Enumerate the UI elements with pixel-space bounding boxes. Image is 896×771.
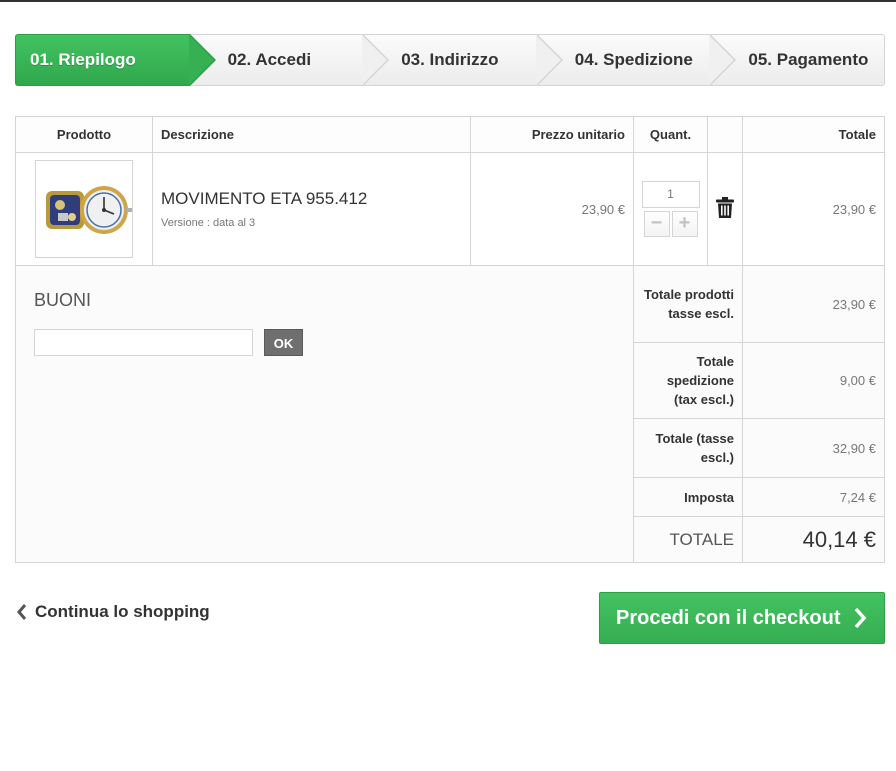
summary-label-shipping: Totale spedizione (tax escl.) bbox=[633, 342, 743, 419]
delete-cell bbox=[707, 152, 743, 266]
quantity-stepper: − + bbox=[634, 211, 707, 237]
watch-movement-icon bbox=[46, 186, 132, 234]
voucher-form: OK bbox=[34, 329, 615, 356]
table-row: MOVIMENTO ETA 955.412 Versione : data al… bbox=[15, 152, 885, 266]
chevron-right-icon bbox=[854, 607, 866, 629]
product-description-cell: MOVIMENTO ETA 955.412 Versione : data al… bbox=[152, 152, 471, 266]
quantity-decrease-button[interactable]: − bbox=[643, 211, 670, 237]
step-label: 01. Riepilogo bbox=[30, 50, 136, 69]
voucher-title: BUONI bbox=[34, 290, 92, 310]
header-delete bbox=[707, 116, 743, 153]
checkout-label: Procedi con il checkout bbox=[616, 606, 841, 629]
voucher-code-input[interactable] bbox=[34, 329, 253, 356]
step-login[interactable]: 02. Accedi bbox=[189, 34, 390, 86]
quantity-cell: 1 − + bbox=[633, 152, 708, 266]
unit-price: 23,90 € bbox=[470, 152, 634, 266]
product-image-cell bbox=[15, 152, 153, 266]
checkout-button[interactable]: Procedi con il checkout bbox=[599, 592, 885, 644]
step-label: 04. Spedizione bbox=[574, 50, 693, 69]
trash-icon[interactable] bbox=[716, 197, 734, 218]
quantity-increase-button[interactable]: + bbox=[671, 211, 698, 237]
quantity-input[interactable]: 1 bbox=[641, 181, 700, 208]
grand-total-value: 40,14 € bbox=[742, 516, 885, 563]
checkout-steps: 01. Riepilogo 02. Accedi 03. Indirizzo 0… bbox=[15, 34, 885, 86]
summary-value-products: 23,90 € bbox=[742, 265, 885, 343]
header-product: Prodotto bbox=[15, 116, 153, 153]
summary-row-products: BUONI OK Totale prodotti tasse escl. 23,… bbox=[15, 265, 885, 563]
cart-table: Prodotto Descrizione Prezzo unitario Qua… bbox=[15, 116, 885, 563]
step-arrow bbox=[709, 34, 737, 86]
summary-value-tax: 7,24 € bbox=[742, 477, 885, 517]
summary-value-shipping: 9,00 € bbox=[742, 342, 885, 419]
product-image[interactable] bbox=[35, 160, 133, 258]
header-total: Totale bbox=[742, 116, 885, 153]
product-variant: Versione : data al 3 bbox=[161, 217, 256, 229]
voucher-ok-button[interactable]: OK bbox=[264, 329, 303, 356]
summary-value-total-excl: 32,90 € bbox=[742, 418, 885, 478]
summary-label-tax: Imposta bbox=[633, 477, 743, 517]
header-description: Descrizione bbox=[152, 116, 471, 153]
step-label: 02. Accedi bbox=[227, 50, 312, 69]
summary-label-products: Totale prodotti tasse escl. bbox=[633, 265, 743, 343]
product-name[interactable]: MOVIMENTO ETA 955.412 bbox=[161, 189, 470, 209]
voucher-section: BUONI OK bbox=[15, 265, 634, 563]
continue-shopping-label: Continua lo shopping bbox=[35, 602, 210, 621]
step-payment[interactable]: 05. Pagamento bbox=[710, 34, 885, 86]
step-summary[interactable]: 01. Riepilogo bbox=[15, 34, 216, 86]
header-quantity: Quant. bbox=[633, 116, 708, 153]
cart-header-row: Prodotto Descrizione Prezzo unitario Qua… bbox=[15, 116, 885, 153]
grand-total-label: TOTALE bbox=[633, 516, 743, 563]
header-unit-price: Prezzo unitario bbox=[470, 116, 634, 153]
chevron-left-icon bbox=[17, 604, 27, 620]
line-total: 23,90 € bbox=[742, 152, 885, 266]
top-border bbox=[0, 0, 896, 3]
step-address[interactable]: 03. Indirizzo bbox=[363, 34, 563, 86]
summary-label-total-excl: Totale (tasse escl.) bbox=[633, 418, 743, 478]
step-arrow bbox=[362, 34, 390, 86]
step-label: 03. Indirizzo bbox=[401, 50, 499, 69]
step-label: 05. Pagamento bbox=[748, 50, 869, 69]
step-shipping[interactable]: 04. Spedizione bbox=[536, 34, 737, 86]
step-arrow bbox=[535, 34, 563, 86]
step-arrow bbox=[188, 34, 216, 86]
continue-shopping-link[interactable]: Continua lo shopping bbox=[15, 602, 210, 622]
